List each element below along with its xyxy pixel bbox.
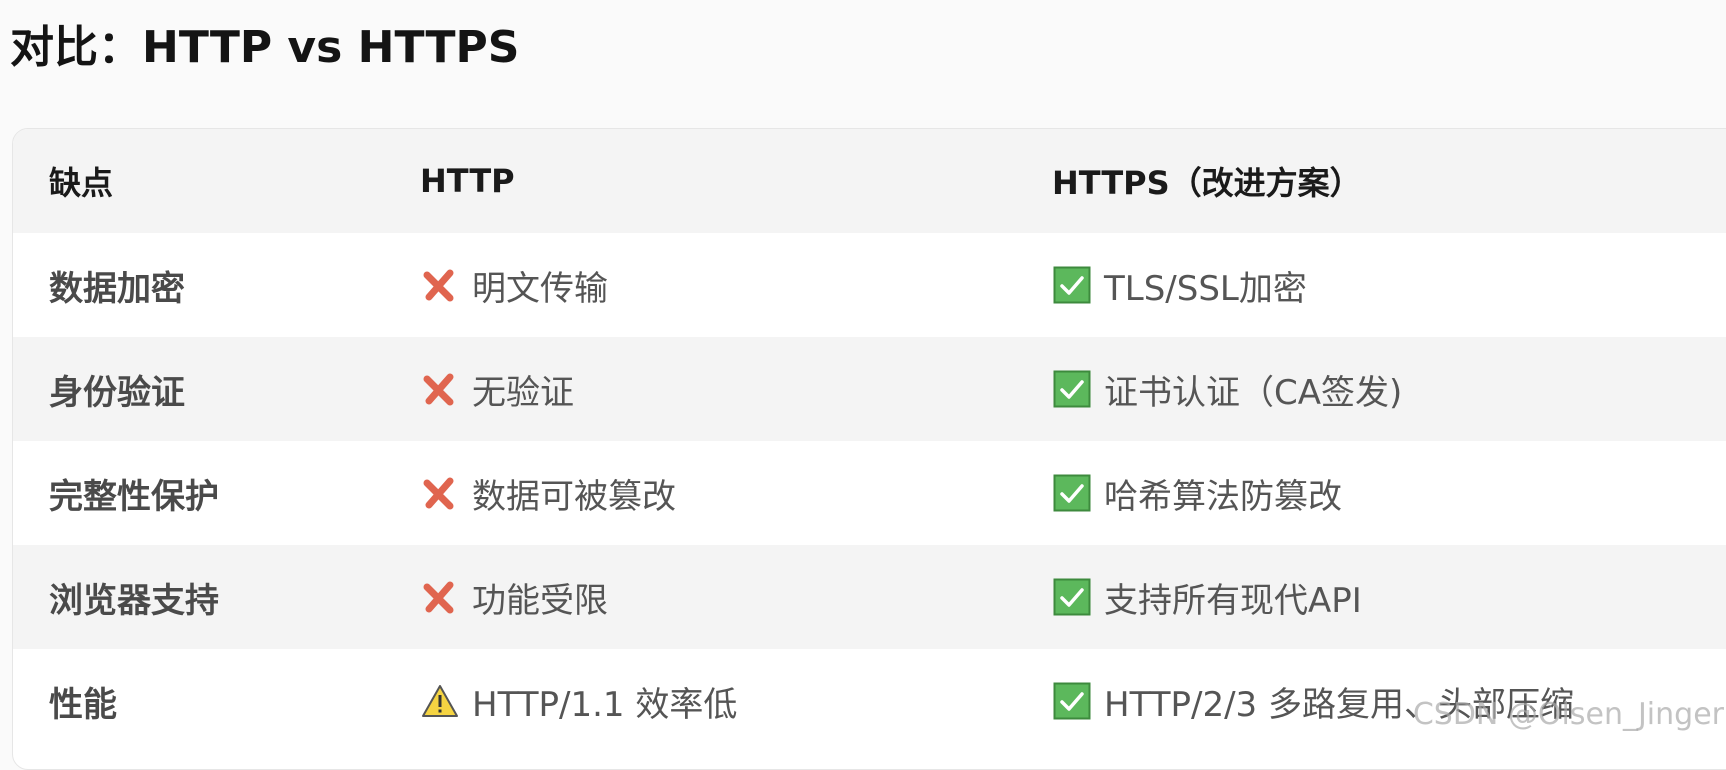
- row-http-text: 功能受限: [472, 580, 608, 621]
- row-http-cell: 明文传输: [420, 233, 1052, 337]
- table-row: 数据加密 明文传输 TLS/SSL加密: [13, 233, 1726, 337]
- row-https-content: 证书认证（CA签发): [1052, 365, 1726, 414]
- row-https-text: 哈希算法防篡改: [1104, 476, 1342, 517]
- row-https-cell: 支持所有现代API: [1052, 545, 1726, 649]
- table-row: 性能 HTTP/1.1 效率低 HTTP/2/3 多路复用、头部压缩: [13, 649, 1726, 753]
- row-https-text: 证书认证（CA签发): [1104, 372, 1403, 413]
- warning-icon: [420, 681, 460, 721]
- row-http-cell: HTTP/1.1 效率低: [420, 649, 1052, 753]
- row-http-text: 数据可被篡改: [472, 476, 676, 517]
- page-title: 对比：HTTP vs HTTPS: [10, 22, 520, 73]
- row-feature-label: 身份验证: [49, 372, 185, 413]
- row-http-cell: 数据可被篡改: [420, 441, 1052, 545]
- row-feature-label: 数据加密: [49, 268, 185, 309]
- table-row: 完整性保护 数据可被篡改 哈希算法防篡改: [13, 441, 1726, 545]
- cross-icon: [420, 473, 460, 513]
- row-https-content: TLS/SSL加密: [1052, 261, 1726, 310]
- row-https-content: 哈希算法防篡改: [1052, 469, 1726, 518]
- header-http: HTTP: [420, 162, 515, 200]
- row-http-content: 数据可被篡改: [420, 469, 1052, 518]
- row-feature-label: 浏览器支持: [49, 580, 219, 621]
- cross-icon: [420, 577, 460, 617]
- row-http-content: HTTP/1.1 效率低: [420, 677, 1052, 726]
- cross-icon: [420, 265, 460, 305]
- header-feature: 缺点: [49, 164, 114, 202]
- header-https: HTTPS（改进方案）: [1052, 164, 1362, 202]
- row-http-content: 功能受限: [420, 573, 1052, 622]
- row-https-cell: HTTP/2/3 多路复用、头部压缩: [1052, 649, 1726, 753]
- row-http-text: 明文传输: [472, 268, 608, 309]
- check-icon: [1052, 369, 1092, 409]
- row-https-text: 支持所有现代API: [1104, 580, 1362, 621]
- row-http-content: 明文传输: [420, 261, 1052, 310]
- check-icon: [1052, 577, 1092, 617]
- row-https-cell: 证书认证（CA签发): [1052, 337, 1726, 441]
- row-https-cell: 哈希算法防篡改: [1052, 441, 1726, 545]
- row-http-text: 无验证: [472, 372, 574, 413]
- check-icon: [1052, 473, 1092, 513]
- check-icon: [1052, 681, 1092, 721]
- check-icon: [1052, 265, 1092, 305]
- row-http-content: 无验证: [420, 365, 1052, 414]
- table-body: 数据加密 明文传输 TLS/SSL加密身份验证 无验证 证书认证（CA签发) 完整性保护 数…: [13, 233, 1726, 753]
- cross-icon: [420, 369, 460, 409]
- row-http-text: HTTP/1.1 效率低: [472, 684, 738, 725]
- row-http-cell: 功能受限: [420, 545, 1052, 649]
- table-header: 缺点 HTTP HTTPS（改进方案）: [13, 129, 1726, 233]
- comparison-table-card: 缺点 HTTP HTTPS（改进方案） 数据加密 明文传输 TLS/SSL加密身份验…: [12, 128, 1726, 770]
- row-http-cell: 无验证: [420, 337, 1052, 441]
- row-https-cell: TLS/SSL加密: [1052, 233, 1726, 337]
- row-https-text: TLS/SSL加密: [1104, 268, 1307, 309]
- comparison-table: 缺点 HTTP HTTPS（改进方案） 数据加密 明文传输 TLS/SSL加密身份验…: [13, 129, 1726, 753]
- table-row: 身份验证 无验证 证书认证（CA签发): [13, 337, 1726, 441]
- row-https-text: HTTP/2/3 多路复用、头部压缩: [1104, 684, 1574, 725]
- row-https-content: 支持所有现代API: [1052, 573, 1726, 622]
- table-header-row: 缺点 HTTP HTTPS（改进方案）: [13, 129, 1726, 233]
- row-feature-label: 性能: [49, 684, 117, 725]
- table-row: 浏览器支持 功能受限 支持所有现代API: [13, 545, 1726, 649]
- row-https-content: HTTP/2/3 多路复用、头部压缩: [1052, 677, 1726, 726]
- row-feature-label: 完整性保护: [49, 476, 219, 517]
